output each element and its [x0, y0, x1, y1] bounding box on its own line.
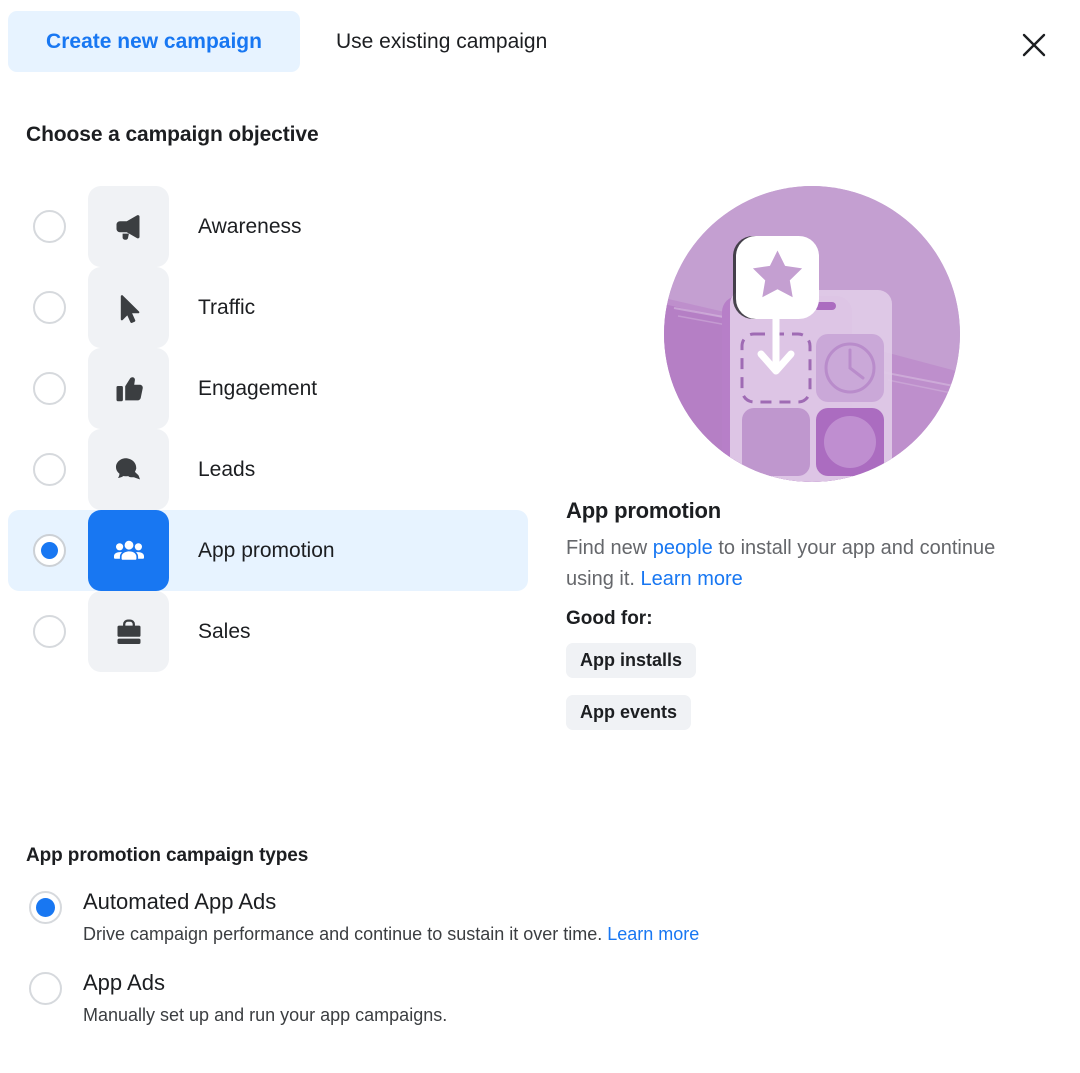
learn-more-link[interactable]: Learn more [640, 568, 742, 590]
chip-app-installs: App installs [566, 643, 697, 678]
objective-row-engagement[interactable]: Engagement [8, 348, 528, 429]
radio-app-ads[interactable] [29, 972, 62, 1005]
objective-list: Awareness Traffic Engagement Leads App p… [0, 186, 540, 672]
radio-traffic[interactable] [33, 291, 66, 324]
objective-label: App promotion [198, 538, 335, 562]
detail-description: Find new people to install your app and … [566, 533, 1018, 595]
objective-label: Leads [198, 457, 256, 481]
thumbs-up-icon [88, 348, 169, 429]
close-button[interactable] [1012, 23, 1056, 67]
app-promotion-illustration [664, 186, 960, 482]
chat-bubbles-icon [88, 429, 169, 510]
people-link[interactable]: people [653, 537, 713, 559]
cursor-icon [88, 267, 169, 348]
campaign-type-app-ads[interactable]: App Ads Manually set up and run your app… [0, 969, 1000, 1028]
objective-row-traffic[interactable]: Traffic [8, 267, 528, 348]
campaign-type-description: Manually set up and run your app campaig… [83, 1003, 447, 1028]
radio-automated-app-ads[interactable] [29, 891, 62, 924]
campaign-type-label: App Ads [83, 970, 165, 995]
objective-row-leads[interactable]: Leads [8, 429, 528, 510]
objective-detail-panel: App promotion Find new people to install… [566, 186, 1046, 747]
radio-leads[interactable] [33, 453, 66, 486]
people-icon [88, 510, 169, 591]
good-for-label: Good for: [566, 608, 653, 629]
tab-use-existing-campaign[interactable]: Use existing campaign [312, 11, 571, 72]
campaign-objective-dialog: Create new campaign Use existing campaig… [0, 0, 1080, 1073]
objective-label: Sales [198, 619, 251, 643]
campaign-type-label: Automated App Ads [83, 889, 277, 914]
close-icon [1021, 32, 1047, 58]
campaign-type-desc-text: Manually set up and run your app campaig… [83, 1005, 448, 1025]
objective-row-sales[interactable]: Sales [8, 591, 528, 672]
radio-dot [36, 898, 55, 917]
radio-dot [41, 542, 58, 559]
radio-sales[interactable] [33, 615, 66, 648]
briefcase-icon [88, 591, 169, 672]
campaign-types-list: Automated App Ads Drive campaign perform… [0, 888, 1000, 1050]
learn-more-link[interactable]: Learn more [607, 924, 699, 944]
tab-create-new-campaign[interactable]: Create new campaign [8, 11, 300, 72]
detail-desc-part1: Find new [566, 537, 653, 559]
campaign-type-desc-text: Drive campaign performance and continue … [83, 924, 608, 944]
campaign-type-automated-app-ads[interactable]: Automated App Ads Drive campaign perform… [0, 888, 1000, 947]
campaign-types-title: App promotion campaign types [26, 845, 309, 866]
radio-engagement[interactable] [33, 372, 66, 405]
objective-label: Traffic [198, 295, 256, 319]
good-for-chips: App installs App events [566, 643, 1046, 747]
objective-label: Awareness [198, 214, 302, 238]
objective-row-awareness[interactable]: Awareness [8, 186, 528, 267]
radio-app-promotion[interactable] [33, 534, 66, 567]
chip-app-events: App events [566, 695, 692, 730]
page-title: Choose a campaign objective [26, 123, 319, 146]
megaphone-icon [88, 186, 169, 267]
campaign-type-description: Drive campaign performance and continue … [83, 922, 699, 947]
detail-title: App promotion [566, 498, 722, 523]
radio-awareness[interactable] [33, 210, 66, 243]
objective-row-app-promotion[interactable]: App promotion [8, 510, 528, 591]
objective-label: Engagement [198, 376, 318, 400]
dialog-tabbar: Create new campaign Use existing campaig… [0, 0, 1080, 84]
